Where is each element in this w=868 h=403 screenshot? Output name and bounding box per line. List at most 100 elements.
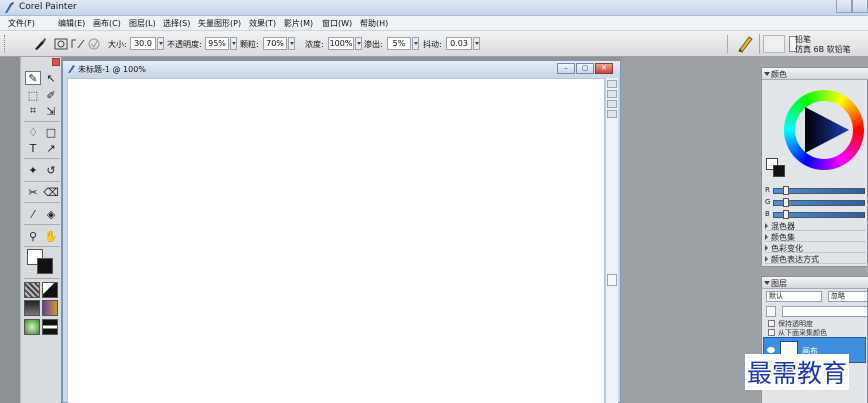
collapse-arrow-icon[interactable]	[764, 281, 770, 285]
opacity-label: 不透明度:	[167, 40, 202, 49]
shape-selection-icon[interactable]: ↗	[43, 141, 59, 155]
dab-type-icon[interactable]	[54, 36, 70, 52]
lasso-icon[interactable]: ✐	[43, 88, 59, 102]
red-slider-knob[interactable]	[783, 186, 789, 195]
green-slider-row[interactable]: G	[765, 198, 868, 207]
menu-effects[interactable]: 效果(T)	[249, 18, 276, 29]
document-maximize-button[interactable]: ▢	[576, 63, 594, 74]
brush-tool-icon[interactable]: ✎	[25, 71, 41, 85]
look-library-icon[interactable]	[42, 319, 58, 335]
layer-lock-icon[interactable]	[766, 306, 776, 317]
toolbar-grip[interactable]	[4, 35, 7, 53]
green-label: G	[765, 198, 771, 206]
menu-window[interactable]: 窗口(W)	[322, 18, 352, 29]
composite-method-select[interactable]: 默认	[766, 291, 822, 302]
color-sets-section[interactable]: 颜色集	[765, 232, 868, 242]
color-panel-header[interactable]: 颜色	[762, 68, 868, 80]
magic-wand-icon[interactable]: ✦	[25, 163, 41, 177]
menu-help[interactable]: 帮助(H)	[360, 18, 388, 29]
additional-color-swatch[interactable]	[37, 258, 53, 274]
rotate-page-icon[interactable]: ↺	[43, 163, 59, 177]
dropper-icon[interactable]: ⁄	[25, 207, 41, 221]
color-management-icon[interactable]	[607, 110, 617, 118]
rectangular-selection-icon[interactable]: ⬚	[25, 88, 41, 102]
crop-icon[interactable]: ⌗	[25, 104, 41, 118]
preserve-transparency-checkbox[interactable]	[768, 320, 775, 327]
eraser-icon[interactable]: ⌫	[43, 185, 59, 199]
jitter-spinner[interactable]	[473, 37, 480, 50]
menu-shapes[interactable]: 矢量图形(P)	[198, 18, 241, 29]
toolbox-close-icon[interactable]	[52, 58, 60, 66]
pattern-library-icon[interactable]	[24, 300, 40, 316]
minimize-button[interactable]	[836, 0, 852, 13]
red-slider-row[interactable]: R	[765, 186, 868, 195]
layer-adjuster-icon[interactable]: ↖	[43, 71, 59, 85]
pen-icon[interactable]: ♢	[25, 125, 41, 139]
grain-field[interactable]: 70%	[263, 37, 287, 50]
menu-file[interactable]: 文件(F)	[8, 18, 35, 29]
menu-movie[interactable]: 影片(M)	[284, 18, 313, 29]
bleed-field[interactable]: 5%	[387, 37, 411, 50]
text-icon[interactable]: T	[25, 141, 41, 155]
panel-additional-color-swatch[interactable]	[773, 165, 785, 177]
menu-select[interactable]: 选择(S)	[163, 18, 190, 29]
menu-edit[interactable]: 编辑(E)	[58, 18, 85, 29]
vertical-scrollbar[interactable]	[605, 78, 618, 403]
menu-layers[interactable]: 图层(L)	[129, 18, 156, 29]
color-variability-section[interactable]: 色彩变化	[765, 243, 868, 253]
gradient-library-icon[interactable]	[42, 282, 58, 298]
toolbox-divider	[24, 121, 60, 122]
weaving-library-icon[interactable]	[42, 300, 58, 316]
tracing-paper-icon[interactable]	[607, 80, 617, 88]
cloner-icon[interactable]: ✂	[25, 185, 41, 199]
paint-bucket-icon[interactable]: ◈	[43, 207, 59, 221]
document-title-bar[interactable]: 未标题-1 @ 100% – ▢ ✕	[63, 61, 620, 77]
document-minimize-button[interactable]: –	[557, 63, 575, 74]
mixer-section[interactable]: 混色器	[765, 221, 868, 231]
scrollbar-thumb[interactable]	[607, 274, 617, 286]
menu-canvas[interactable]: 画布(C)	[93, 18, 121, 29]
density-label: 浓度:	[305, 40, 324, 49]
size-field[interactable]: 30.0	[130, 37, 156, 50]
document-close-button[interactable]: ✕	[595, 63, 613, 74]
density-spinner[interactable]	[355, 37, 362, 50]
brush-selector[interactable]: 铅笔 仿真 6B 软铅笔	[733, 32, 868, 56]
bleed-spinner[interactable]	[412, 37, 419, 50]
brush-variant[interactable]: 仿真 6B 软铅笔	[795, 44, 851, 55]
rectangle-shape-icon[interactable]: □	[43, 125, 59, 139]
green-slider-knob[interactable]	[783, 198, 789, 207]
color-expression-section[interactable]: 颜色表达方式	[765, 254, 868, 264]
jitter-field[interactable]: 0.03	[446, 37, 472, 50]
density-field[interactable]: 100%	[328, 37, 354, 50]
perspective-grid-icon[interactable]	[607, 100, 617, 108]
opacity-spinner[interactable]	[230, 37, 237, 50]
reset-tool-icon[interactable]	[86, 36, 102, 52]
grid-icon[interactable]	[607, 90, 617, 98]
stroke-type-icon[interactable]	[70, 36, 86, 52]
blue-slider-knob[interactable]	[783, 210, 789, 219]
collapse-arrow-icon[interactable]	[764, 72, 770, 76]
size-spinner[interactable]	[157, 37, 164, 50]
brush-preview-swatch[interactable]	[763, 35, 785, 53]
nozzle-library-icon[interactable]	[24, 319, 40, 335]
saturation-value-triangle[interactable]	[795, 101, 853, 159]
layers-panel-header[interactable]: 图层	[762, 277, 868, 289]
grain-spinner[interactable]	[288, 37, 295, 50]
composite-depth-select[interactable]: 忽略	[828, 291, 868, 302]
magnifier-icon[interactable]: ⚲	[25, 229, 41, 243]
brush-tool-icon[interactable]	[32, 36, 48, 52]
maximize-button[interactable]	[852, 0, 868, 13]
blue-slider-row[interactable]: B	[765, 210, 868, 219]
corel-painter-logo-icon	[5, 2, 14, 13]
drawing-canvas[interactable]	[67, 78, 605, 403]
opacity-field[interactable]: 95%	[205, 37, 229, 50]
paper-library-icon[interactable]	[24, 282, 40, 298]
grabber-hand-icon[interactable]: ✋	[43, 229, 59, 243]
opacity-slider[interactable]	[782, 306, 868, 317]
visibility-eye-icon[interactable]	[767, 347, 775, 353]
pick-up-underlying-checkbox[interactable]	[768, 329, 775, 336]
hue-ring[interactable]	[784, 90, 864, 170]
toolbar-separator	[727, 35, 728, 53]
transform-icon[interactable]: ⇲	[43, 104, 59, 118]
mixer-section-label: 混色器	[771, 222, 795, 231]
